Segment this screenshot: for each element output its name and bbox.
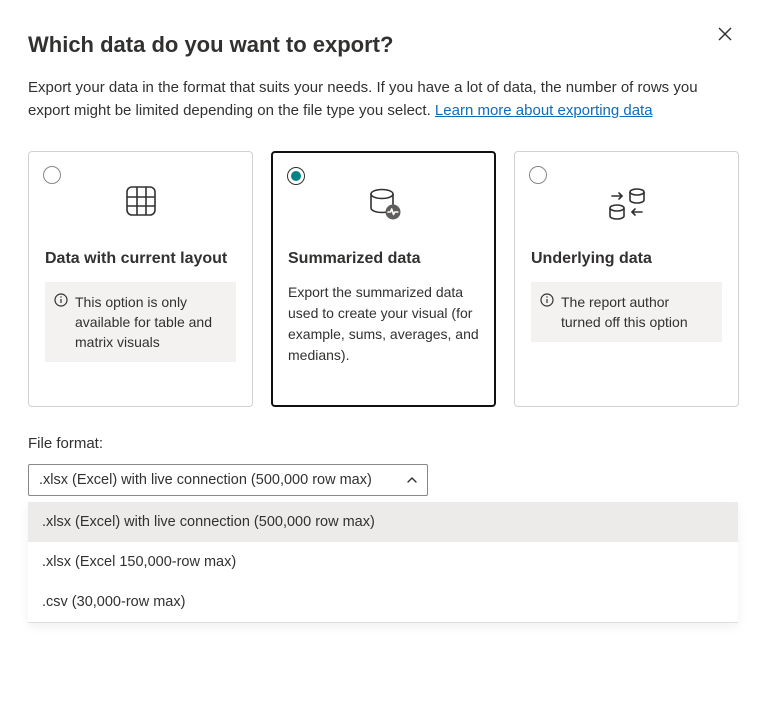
chevron-up-icon	[407, 475, 417, 485]
radio-current-layout[interactable]	[43, 166, 61, 184]
database-swap-icon	[531, 184, 722, 226]
info-icon	[540, 293, 554, 307]
close-icon	[717, 26, 733, 42]
card-title-layout: Data with current layout	[45, 250, 236, 268]
file-format-option[interactable]: .csv (30,000-row max)	[28, 582, 738, 622]
file-format-option[interactable]: .xlsx (Excel) with live connection (500,…	[28, 502, 738, 542]
learn-more-link[interactable]: Learn more about exporting data	[435, 102, 653, 119]
table-grid-icon	[45, 184, 236, 226]
file-format-dropdown[interactable]: .xlsx (Excel) with live connection (500,…	[28, 464, 428, 496]
card-summarized[interactable]: Summarized data Export the summarized da…	[271, 151, 496, 407]
file-format-label: File format:	[28, 435, 739, 452]
export-data-dialog: Which data do you want to export? Export…	[0, 0, 767, 647]
card-note-underlying-text: The report author turned off this option	[561, 294, 688, 330]
card-title-summarized: Summarized data	[288, 250, 479, 268]
card-title-underlying: Underlying data	[531, 250, 722, 268]
dialog-intro: Export your data in the format that suit…	[28, 76, 739, 123]
card-note-underlying: The report author turned off this option	[531, 282, 722, 343]
file-format-option[interactable]: .xlsx (Excel 150,000-row max)	[28, 542, 738, 582]
dropdown-selected-value: .xlsx (Excel) with live connection (500,…	[39, 472, 372, 488]
radio-summarized[interactable]	[287, 167, 305, 185]
database-pulse-icon	[288, 184, 479, 226]
radio-underlying[interactable]	[529, 166, 547, 184]
info-icon	[54, 293, 68, 307]
card-note-layout: This option is only available for table …	[45, 282, 236, 363]
close-button[interactable]	[711, 20, 739, 48]
card-note-layout-text: This option is only available for table …	[75, 294, 212, 351]
export-option-cards: Data with current layout This option is …	[28, 151, 739, 407]
dialog-title: Which data do you want to export?	[28, 32, 739, 58]
card-current-layout[interactable]: Data with current layout This option is …	[28, 151, 253, 407]
card-desc-summarized: Export the summarized data used to creat…	[288, 282, 479, 366]
file-format-options: .xlsx (Excel) with live connection (500,…	[28, 502, 738, 623]
card-underlying[interactable]: Underlying data The report author turned…	[514, 151, 739, 407]
